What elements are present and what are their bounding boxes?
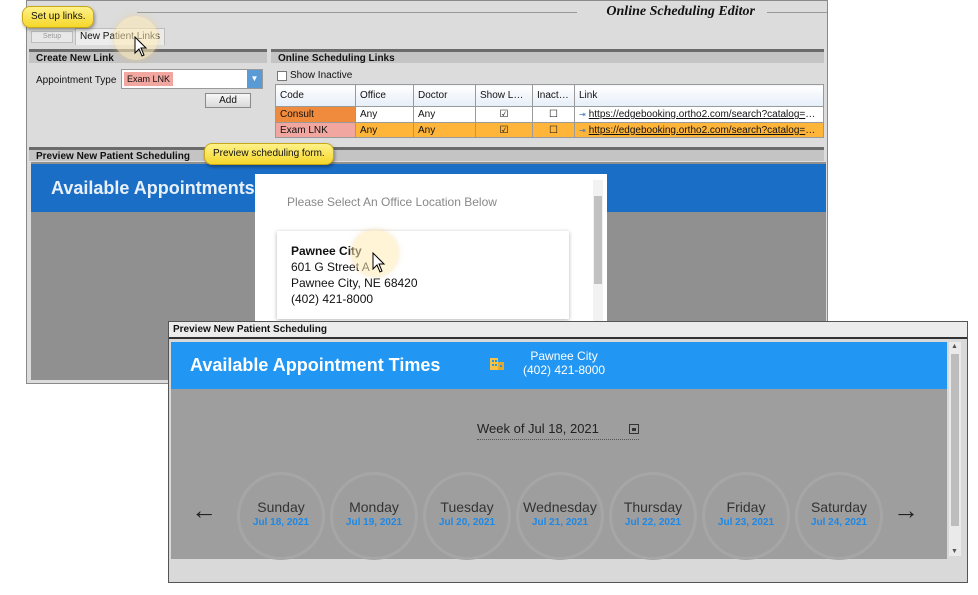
mouse-pointer-icon xyxy=(134,36,148,57)
appointment-type-value: Exam LNK xyxy=(124,72,174,86)
callout-setup-links: Set up links. xyxy=(22,6,95,28)
day-sunday[interactable]: Sunday Jul 18, 2021 xyxy=(237,472,325,560)
col-code[interactable]: Code xyxy=(275,84,356,107)
day-date: Jul 20, 2021 xyxy=(438,517,496,528)
row-office: Any xyxy=(355,106,414,123)
banner-office-info: Pawnee City (402) 421-8000 xyxy=(523,349,605,377)
day-date: Jul 24, 2021 xyxy=(810,517,868,528)
show-inactive-checkbox[interactable] xyxy=(277,71,287,81)
preview-front-window: Preview New Patient Scheduling Available… xyxy=(168,321,968,583)
col-show-logo[interactable]: Show Logo xyxy=(475,84,533,107)
office-location-card[interactable]: Pawnee City 601 G Street A Pawnee City, … xyxy=(277,231,569,319)
row-inactive-checkbox[interactable]: ☐ xyxy=(532,106,575,123)
show-inactive-label: Show Inactive xyxy=(290,70,353,81)
scroll-up-icon[interactable]: ▲ xyxy=(951,343,958,350)
row-code: Consult xyxy=(275,106,356,123)
add-button[interactable]: Add xyxy=(205,93,251,108)
preview-back-header: Preview New Patient Scheduling xyxy=(29,147,824,162)
row-office: Any xyxy=(355,122,414,138)
office-select-prompt: Please Select An Office Location Below xyxy=(287,195,497,209)
link-icon: ⇥ xyxy=(579,110,586,119)
day-date: Jul 21, 2021 xyxy=(531,517,589,528)
previous-week-arrow[interactable]: ← xyxy=(191,497,217,523)
title-rule-right xyxy=(767,12,827,13)
office-select-dialog: Please Select An Office Location Below P… xyxy=(255,174,607,344)
day-date: Jul 19, 2021 xyxy=(345,517,403,528)
col-doctor[interactable]: Doctor xyxy=(413,84,476,107)
preview-front-banner: Available Appointment Times Pawnee City … xyxy=(171,342,947,389)
appointment-type-select[interactable]: Exam LNK ▼ xyxy=(121,69,263,89)
row-link[interactable]: ⇥ https://edgebooking.ortho2.com/search?c… xyxy=(574,122,824,138)
day-name: Tuesday xyxy=(440,499,494,515)
appointment-type-label: Appointment Type xyxy=(36,75,117,86)
preview-back-banner-title: Available Appointments xyxy=(51,178,255,198)
office-street: 601 G Street A xyxy=(291,260,370,274)
week-picker-area: Week of Jul 18, 2021 ← → Sunday Jul 18, … xyxy=(171,389,947,560)
title-rule-left xyxy=(137,12,577,13)
calendar-icon[interactable] xyxy=(629,424,639,434)
office-name: Pawnee City xyxy=(291,244,362,258)
table-header-row: Code Office Doctor Show Logo Inactive Li… xyxy=(275,84,824,107)
day-name: Thursday xyxy=(623,499,683,515)
day-saturday[interactable]: Saturday Jul 24, 2021 xyxy=(795,472,883,560)
links-table: Code Office Doctor Show Logo Inactive Li… xyxy=(275,84,824,138)
row-link-url[interactable]: https://edgebooking.ortho2.com/search?ca… xyxy=(589,109,819,120)
row-code: Exam LNK xyxy=(275,122,356,138)
day-tuesday[interactable]: Tuesday Jul 20, 2021 xyxy=(423,472,511,560)
next-week-arrow[interactable]: → xyxy=(893,497,919,523)
office-dialog-scrollbar[interactable] xyxy=(593,180,603,340)
links-header: Online Scheduling Links xyxy=(271,49,824,64)
day-name: Monday xyxy=(349,499,399,515)
scrollbar-thumb[interactable] xyxy=(951,354,959,526)
day-friday[interactable]: Friday Jul 23, 2021 xyxy=(702,472,790,560)
week-selector[interactable]: Week of Jul 18, 2021 xyxy=(477,420,639,440)
row-show-logo-checkbox[interactable]: ☑ xyxy=(475,106,533,123)
day-monday[interactable]: Monday Jul 19, 2021 xyxy=(330,472,418,560)
row-inactive-checkbox[interactable]: ☐ xyxy=(532,122,575,138)
day-name: Saturday xyxy=(810,499,868,515)
day-name: Wednesday xyxy=(523,499,597,515)
col-office[interactable]: Office xyxy=(355,84,414,107)
day-name: Sunday xyxy=(257,499,305,515)
scroll-down-icon[interactable]: ▼ xyxy=(951,548,958,555)
table-row[interactable]: Consult Any Any ☑ ☐ ⇥ https://edgebooking… xyxy=(275,106,824,123)
banner-title: Available Appointment Times xyxy=(190,355,441,375)
row-link[interactable]: ⇥ https://edgebooking.ortho2.com/search?c… xyxy=(574,106,824,123)
table-row[interactable]: Exam LNK Any Any ☑ ☐ ⇥ https://edgebookin… xyxy=(275,122,824,138)
row-link-url[interactable]: https://edgebooking.ortho2.com/search?ca… xyxy=(589,125,819,136)
day-date: Jul 22, 2021 xyxy=(624,517,682,528)
preview-front-header: Preview New Patient Scheduling xyxy=(169,322,967,339)
preview-front-scrollbar[interactable]: ▲ ▼ xyxy=(949,342,961,556)
editor-title: Online Scheduling Editor xyxy=(600,4,761,20)
day-date: Jul 23, 2021 xyxy=(717,517,775,528)
scrollbar-thumb[interactable] xyxy=(594,196,602,284)
office-city-state: Pawnee City, NE 68420 xyxy=(291,276,418,290)
day-date: Jul 18, 2021 xyxy=(252,517,310,528)
link-icon: ⇥ xyxy=(579,125,586,135)
dropdown-arrow-icon[interactable]: ▼ xyxy=(247,70,262,88)
banner-office-name: Pawnee City xyxy=(530,349,598,363)
row-show-logo-checkbox[interactable]: ☑ xyxy=(475,122,533,138)
mouse-pointer-icon xyxy=(372,252,386,273)
callout-preview-form: Preview scheduling form. xyxy=(204,143,334,165)
day-name: Friday xyxy=(726,499,766,515)
week-label: Week of Jul 18, 2021 xyxy=(477,421,599,436)
office-phone: (402) 421-8000 xyxy=(291,292,374,306)
col-link[interactable]: Link xyxy=(574,84,824,107)
tab-setup[interactable]: Setup xyxy=(31,31,73,43)
col-inactive[interactable]: Inactive xyxy=(532,84,575,107)
building-icon xyxy=(490,358,504,370)
row-doctor: Any xyxy=(413,106,476,123)
day-wednesday[interactable]: Wednesday Jul 21, 2021 xyxy=(516,472,604,560)
banner-office-phone: (402) 421-8000 xyxy=(523,363,606,377)
row-doctor: Any xyxy=(413,122,476,138)
day-thursday[interactable]: Thursday Jul 22, 2021 xyxy=(609,472,697,560)
